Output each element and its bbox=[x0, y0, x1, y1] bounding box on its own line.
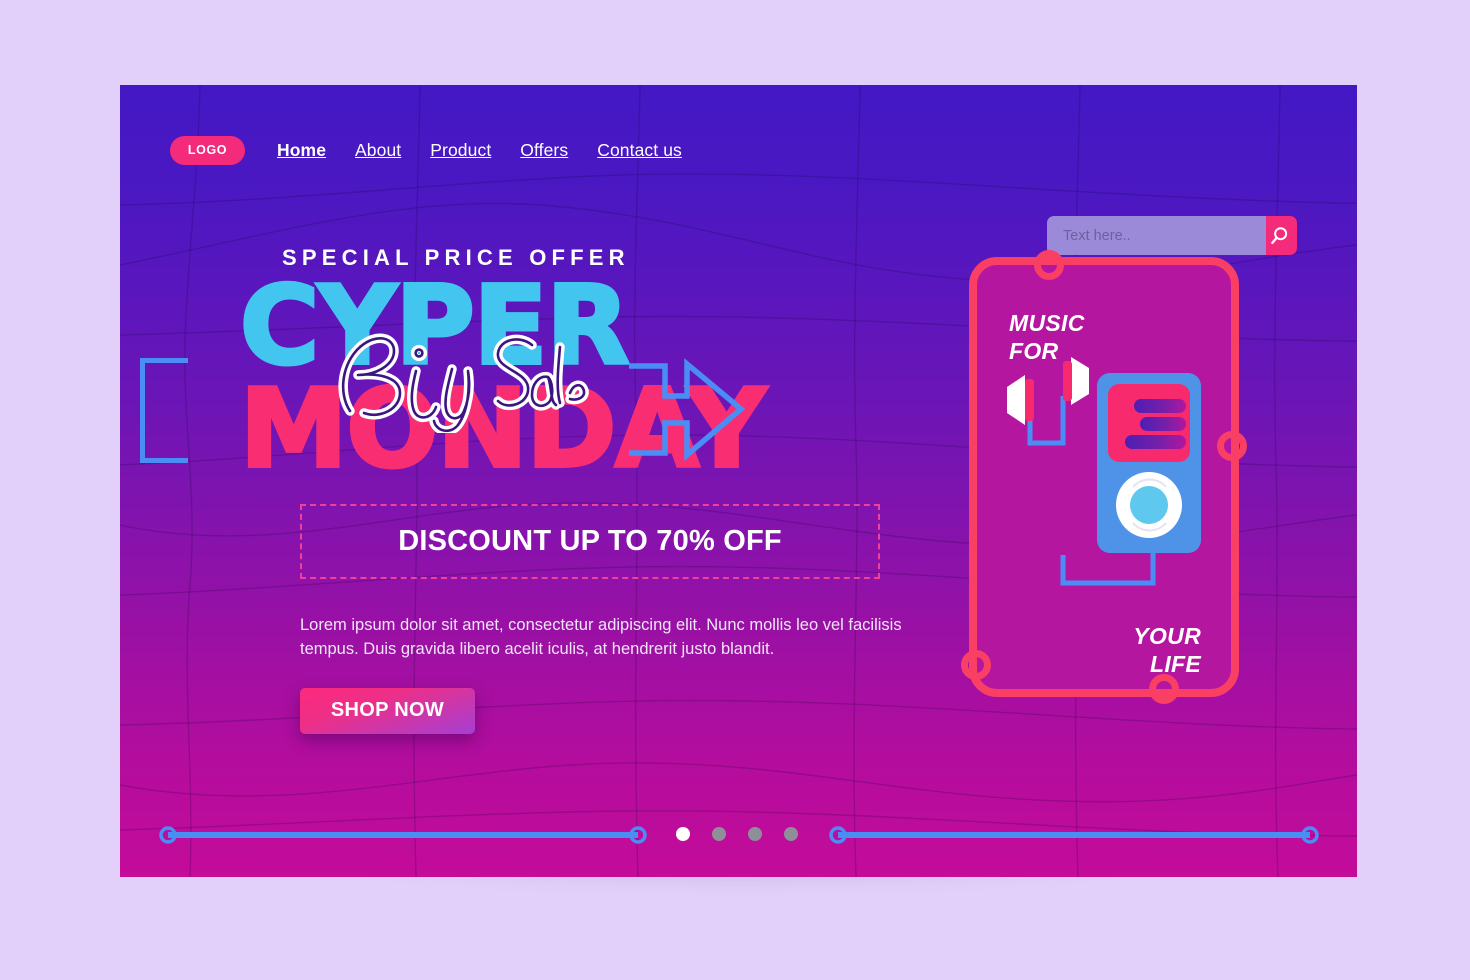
hero-content: SPECIAL PRICE OFFER CYPER MONDAY DISCOUN… bbox=[140, 245, 930, 734]
slider-controls bbox=[120, 820, 1357, 850]
nav-item-home[interactable]: Home bbox=[277, 140, 326, 161]
pagination-dot-4[interactable] bbox=[784, 827, 798, 841]
discount-banner: DISCOUNT UP TO 70% OFF bbox=[300, 504, 880, 579]
hero-headline: CYPER MONDAY bbox=[140, 270, 930, 486]
mp3-player-icon bbox=[1007, 357, 1201, 586]
pagination-dot-2[interactable] bbox=[712, 827, 726, 841]
hero-paragraph: Lorem ipsum dolor sit amet, consectetur … bbox=[300, 616, 902, 658]
shop-now-button[interactable]: SHOP NOW bbox=[300, 687, 475, 734]
nav-item-about[interactable]: About bbox=[355, 140, 401, 161]
nav-links: Home About Product Offers Contact us bbox=[277, 140, 682, 161]
nav-item-offers[interactable]: Offers bbox=[520, 140, 568, 161]
navbar: LOGO Home About Product Offers Contact u… bbox=[120, 85, 1357, 215]
search-input[interactable] bbox=[1047, 216, 1266, 255]
search-bar bbox=[1047, 216, 1297, 255]
music-illustration: MUSIC FOR YOUR LIFE bbox=[961, 250, 1259, 707]
hero-card: LOGO Home About Product Offers Contact u… bbox=[120, 85, 1357, 877]
nav-item-product[interactable]: Product bbox=[430, 140, 491, 161]
logo[interactable]: LOGO bbox=[170, 135, 245, 165]
page-root: LOGO Home About Product Offers Contact u… bbox=[0, 0, 1470, 980]
search-button[interactable] bbox=[1266, 216, 1297, 255]
nav-item-contact-us[interactable]: Contact us bbox=[597, 140, 682, 161]
arrow-right-icon bbox=[629, 358, 746, 461]
pagination-dots bbox=[676, 827, 798, 841]
discount-text: DISCOUNT UP TO 70% OFF bbox=[398, 525, 782, 557]
big-sale-script-overlay bbox=[338, 333, 589, 433]
pagination-dot-3[interactable] bbox=[748, 827, 762, 841]
illustration-frame: MUSIC FOR YOUR LIFE bbox=[961, 250, 1247, 704]
search-icon bbox=[1270, 226, 1287, 244]
pagination-dot-1[interactable] bbox=[676, 827, 690, 841]
bracket-decoration-icon bbox=[140, 358, 188, 463]
